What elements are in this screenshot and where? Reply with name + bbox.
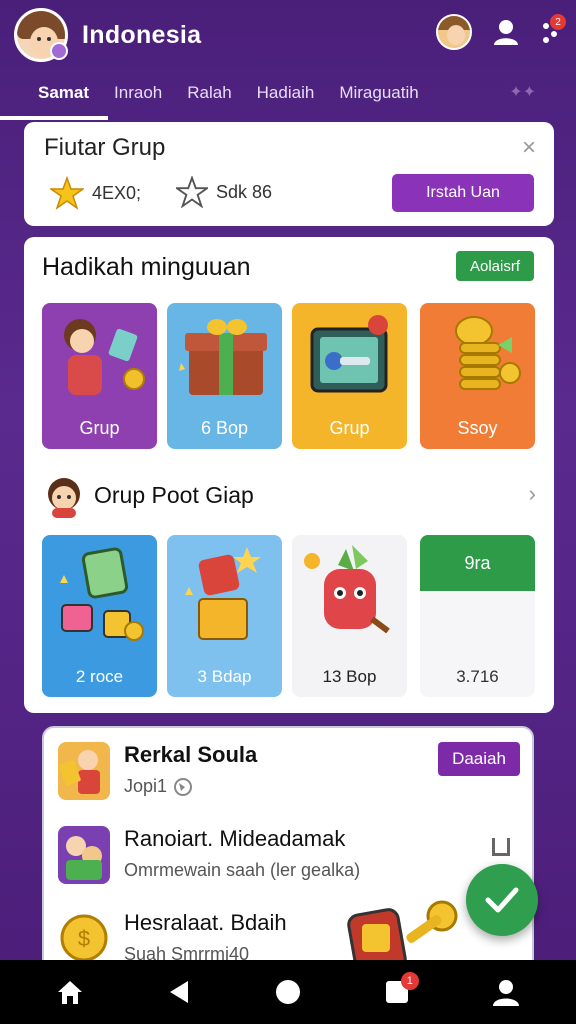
top-bar: Indonesia 2 (0, 0, 576, 70)
list-card: Rerkal Soula Jopi1 Daaiah Ranoiart. Mide… (42, 726, 534, 976)
back-icon[interactable] (159, 972, 199, 1012)
activate-button[interactable]: Aolaisrf (456, 251, 534, 281)
group-tile-3[interactable]: 13 Bop (292, 535, 407, 697)
home-icon[interactable] (50, 972, 90, 1012)
rewards-card: Hadikah minguuan Aolaisrf Grup 6 Bop Gru… (24, 237, 554, 713)
user-icon[interactable] (492, 18, 520, 46)
tile-badge: 9ra (464, 552, 491, 573)
feature-title: Fiutar Grup (44, 134, 166, 161)
list-item-subtitle: Omrmewain saah (ler gealka) (124, 860, 361, 880)
checkbox[interactable] (492, 838, 510, 856)
chevron-right-icon[interactable]: › (529, 481, 536, 507)
list-item[interactable]: Ranoiart. Mideadamak Omrmewain saah (ler… (58, 826, 518, 884)
profile-icon[interactable] (486, 972, 526, 1012)
group-tile-4[interactable]: 9ra 3.716 (420, 535, 535, 697)
list-item-subtitle: Jopi1 (124, 776, 257, 797)
group-tile-1[interactable]: 2 roce (42, 535, 157, 697)
rewards-title: Hadikah minguuan (42, 253, 251, 281)
tile-label: 3.716 (456, 667, 499, 686)
confirm-fab-button[interactable] (466, 864, 538, 936)
gift-box-icon (179, 319, 267, 395)
group-row-title: Orup Poot Giap (94, 482, 254, 508)
system-nav-bar: 1 (0, 960, 576, 1024)
stat-value: 4EX0; (92, 182, 142, 203)
tile-label: 3 Bdap (197, 667, 252, 686)
tile-green-header: 9ra (420, 535, 535, 591)
tab-bar: Samat Inraoh Ralah Hadiaih Miraguatih (0, 72, 576, 114)
active-tab-indicator (0, 116, 108, 120)
reward-tile-gift[interactable]: 6 Bop (167, 303, 282, 449)
tile-label: Ssoy (457, 418, 498, 438)
feature-card: Fiutar Grup × 4EX0; Sdk 86 Irstah Uan (24, 122, 554, 226)
puzzle-icon[interactable]: ✦✦ (509, 82, 536, 102)
close-icon[interactable]: × (522, 134, 536, 162)
hero-thumbnail-icon (58, 742, 110, 800)
list-item-title: Hesralaat. Bdaih (124, 910, 287, 935)
group-tile-2[interactable]: 3 Bdap (167, 535, 282, 697)
game-cubes-icon (60, 547, 144, 641)
tab-samat[interactable]: Samat (38, 83, 89, 103)
list-item-title: Rerkal Soula (124, 742, 258, 767)
tab-ralah[interactable]: Ralah (187, 83, 231, 103)
tile-label: 13 Bop (322, 667, 377, 686)
star-stat: 4EX0; (50, 176, 141, 210)
nav-badge: 1 (400, 972, 419, 990)
stat-value: Sdk 86 (216, 181, 273, 202)
circle-home-icon[interactable] (268, 972, 308, 1012)
girl-gift-icon (64, 319, 145, 395)
checkmark-icon (485, 887, 519, 913)
friend-avatar[interactable] (436, 14, 472, 50)
tile-label: Grup (79, 418, 120, 438)
list-item-subtitle-text: Jopi1 (124, 776, 168, 796)
group-avatar-icon (48, 478, 80, 518)
tab-hadiaih[interactable]: Hadiaih (257, 83, 315, 103)
tile-label: Grup (329, 418, 370, 438)
install-button[interactable]: Irstah Uan (392, 174, 534, 212)
tile-label: 2 roce (75, 667, 124, 686)
reward-tile-group[interactable]: Grup (42, 303, 157, 449)
tile-label: 6 Bop (200, 418, 249, 438)
coin-stack-icon (455, 316, 521, 390)
tab-miraguatih[interactable]: Miraguatih (339, 83, 418, 103)
more-options-icon[interactable]: 2 (540, 14, 566, 44)
claim-button[interactable]: Daaiah (438, 742, 520, 776)
app-title: Indonesia (82, 20, 202, 49)
globe-icon (174, 777, 193, 796)
reward-tile-screen[interactable]: Grup (292, 303, 407, 449)
notification-badge: 2 (550, 14, 566, 30)
tab-inraoh[interactable]: Inraoh (114, 83, 162, 103)
box-spring-icon (185, 547, 261, 640)
avatar-status-icon (50, 42, 68, 60)
square-notification-icon[interactable]: 1 (377, 972, 419, 1012)
list-item-title: Ranoiart. Mideadamak (124, 826, 346, 851)
screen-key-icon (310, 315, 388, 393)
duo-thumbnail-icon (58, 826, 110, 884)
outline-star-icon (176, 176, 208, 208)
svg-text:$: $ (78, 926, 90, 951)
gold-star-icon (50, 176, 84, 210)
reward-tile-coins[interactable]: Ssoy (420, 303, 535, 449)
outline-star-stat: Sdk 86 (176, 176, 272, 208)
monster-character-icon (304, 545, 390, 634)
